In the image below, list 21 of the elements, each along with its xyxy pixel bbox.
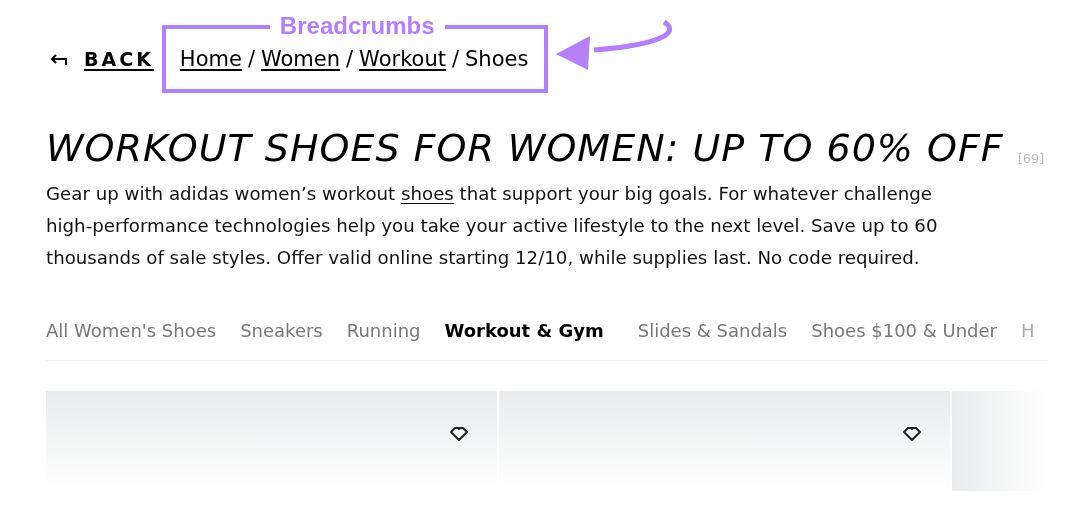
breadcrumb-separator: / [451,47,459,71]
category-tab[interactable]: Sneakers [240,312,323,360]
back-link[interactable]: BACK [84,48,154,70]
return-arrow-icon [48,51,68,67]
shoes-link[interactable]: shoes [401,183,454,204]
product-count: [69] [1017,151,1045,168]
category-tab[interactable]: Slides & Sandals [637,312,788,360]
breadcrumb-link[interactable]: Workout [359,47,446,71]
category-tab[interactable]: Workout & Gym [444,312,614,360]
description-paragraph: Gear up with adidas women’s workout shoes that support your big goals. For whatever challenge high-performance technologies help you take your active lifestyle to the next level. Save up to 60 thousands of sale styles. Offer valid online starting 12/10, while supplies last. No code required. [46,182,939,270]
breadcrumb-current: Shoes [465,47,529,71]
page-title: WORKOUT SHOES FOR WOMEN: UP TO 60% OFF [46,125,1004,172]
breadcrumb-link[interactable]: Home [179,47,242,71]
heart-icon[interactable] [449,425,469,443]
breadcrumb-link[interactable]: Women [260,47,341,71]
heart-icon[interactable] [902,425,922,443]
category-tab[interactable]: Running [346,312,421,360]
category-tab[interactable]: Shoes $100 & Under [811,312,997,360]
breadcrumb-separator: / [247,47,255,71]
breadcrumb-separator: / [346,47,354,71]
category-tab[interactable]: All Women's Shoes [46,312,217,360]
